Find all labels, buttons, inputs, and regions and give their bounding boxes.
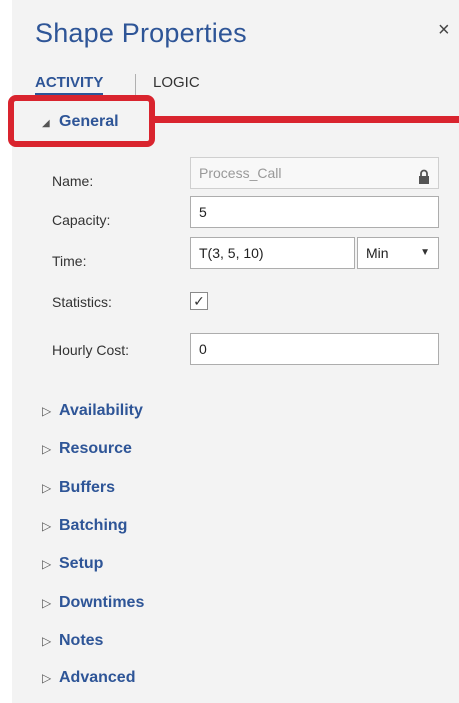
section-general-label: General xyxy=(59,113,119,130)
triangle-right-icon: ▷ xyxy=(42,634,52,648)
triangle-right-icon: ▷ xyxy=(42,481,52,495)
hourly-cost-input[interactable]: 0 xyxy=(190,333,439,365)
section-notes[interactable]: ▷ Notes xyxy=(42,632,103,650)
section-resource-label: Resource xyxy=(59,440,132,457)
section-notes-label: Notes xyxy=(59,632,104,649)
time-unit-select[interactable]: Min ▼ xyxy=(357,237,439,269)
statistics-label: Statistics: xyxy=(52,294,112,310)
capacity-label: Capacity: xyxy=(52,212,111,228)
triangle-down-icon: ◢ xyxy=(42,118,50,129)
triangle-right-icon: ▷ xyxy=(42,596,52,610)
section-setup-label: Setup xyxy=(59,555,104,572)
tab-separator xyxy=(135,74,136,96)
section-availability[interactable]: ▷ Availability xyxy=(42,402,143,420)
hourly-cost-label: Hourly Cost: xyxy=(52,342,130,358)
lock-icon xyxy=(418,165,430,195)
section-resource[interactable]: ▷ Resource xyxy=(42,440,132,458)
panel-title: Shape Properties xyxy=(35,18,247,48)
section-buffers-label: Buffers xyxy=(59,479,116,496)
section-downtimes-label: Downtimes xyxy=(59,594,145,611)
triangle-right-icon: ▷ xyxy=(42,671,52,685)
section-advanced-label: Advanced xyxy=(59,669,136,686)
section-availability-label: Availability xyxy=(59,402,143,419)
tab-logic[interactable]: LOGIC xyxy=(153,74,200,91)
name-value: Process_Call xyxy=(199,165,282,181)
time-unit-value: Min xyxy=(366,245,389,261)
section-batching-label: Batching xyxy=(59,517,128,534)
tab-activity[interactable]: ACTIVITY xyxy=(35,74,104,95)
name-label: Name: xyxy=(52,173,94,189)
time-label: Time: xyxy=(52,253,87,269)
capacity-input[interactable]: 5 xyxy=(190,196,439,228)
callout-pointer-line xyxy=(155,116,459,123)
section-setup[interactable]: ▷ Setup xyxy=(42,555,103,573)
triangle-right-icon: ▷ xyxy=(42,557,52,571)
time-input[interactable]: T(3, 5, 10) xyxy=(190,237,355,269)
section-advanced[interactable]: ▷ Advanced xyxy=(42,669,135,687)
section-batching[interactable]: ▷ Batching xyxy=(42,517,127,535)
statistics-checkbox[interactable]: ✓ xyxy=(190,292,208,310)
section-general[interactable]: ◢ General xyxy=(42,113,119,131)
chevron-down-icon: ▼ xyxy=(420,247,430,258)
close-icon[interactable]: × xyxy=(438,20,450,40)
triangle-right-icon: ▷ xyxy=(42,519,52,533)
section-buffers[interactable]: ▷ Buffers xyxy=(42,479,115,497)
section-downtimes[interactable]: ▷ Downtimes xyxy=(42,594,144,612)
name-field: Process_Call xyxy=(190,157,439,189)
triangle-right-icon: ▷ xyxy=(42,442,52,456)
triangle-right-icon: ▷ xyxy=(42,404,52,418)
